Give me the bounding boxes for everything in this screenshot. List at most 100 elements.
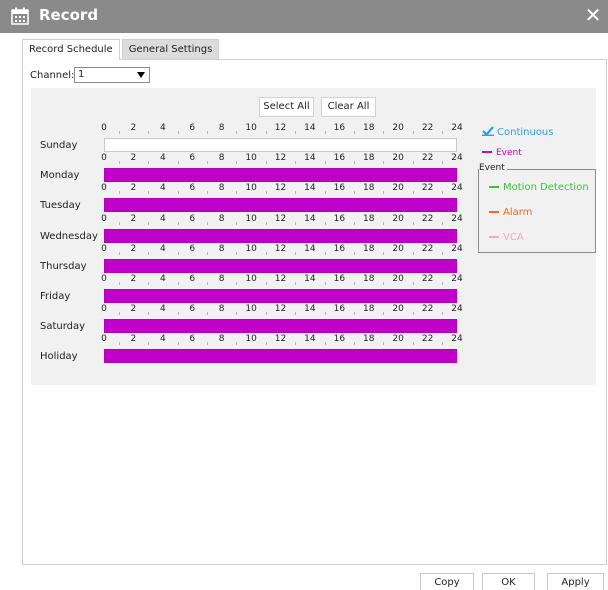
hour-tick-label: 20 — [392, 274, 404, 284]
schedule-bar-sunday[interactable] — [104, 138, 457, 152]
tab-general-settings[interactable]: General Settings — [121, 39, 220, 60]
schedule-bar-thursday[interactable] — [104, 258, 457, 273]
hour-tick-mark — [442, 312, 444, 316]
hour-tick-mark — [236, 161, 238, 165]
hour-tick-label: 10 — [245, 183, 257, 194]
hour-tick-mark — [324, 342, 326, 346]
checkmark-icon — [482, 126, 494, 136]
hour-tick-label: 0 — [101, 274, 107, 284]
hour-tick-label: 10 — [245, 304, 257, 315]
hour-tick-mark — [265, 251, 267, 255]
hour-tick-mark — [383, 191, 385, 195]
hour-tick-mark — [206, 251, 208, 255]
close-icon[interactable]: ✕ — [582, 4, 604, 26]
hour-tick-mark — [265, 161, 267, 165]
hour-tick-label: 8 — [218, 153, 225, 164]
hour-tick-label: 4 — [159, 183, 166, 194]
hour-tick-label: 0 — [101, 183, 107, 194]
hour-tick-mark — [177, 342, 179, 346]
hour-tick-label: 6 — [189, 153, 196, 164]
hour-tick-mark — [265, 342, 267, 346]
hour-tick-mark — [148, 282, 150, 285]
hour-tick-mark — [412, 221, 414, 225]
alarm-swatch — [489, 211, 499, 213]
hour-tick-mark — [442, 221, 444, 225]
copy-button[interactable]: Copy — [420, 573, 474, 590]
schedule-bar-tuesday[interactable] — [104, 198, 457, 213]
clear-all-button[interactable]: Clear All — [321, 97, 376, 117]
hour-scale: 0 2 4 6 8 10 12 14 16 18 20 22 24 — [98, 123, 464, 135]
hour-tick-mark — [236, 342, 238, 346]
event-motion-detection-label: Motion Detection — [503, 182, 589, 193]
hour-tick-label: 6 — [189, 334, 196, 345]
channel-select[interactable]: 1 — [74, 67, 150, 83]
hour-tick-mark — [265, 221, 267, 225]
hour-tick-label: 18 — [363, 274, 375, 284]
schedule-bar-holiday[interactable] — [104, 349, 457, 364]
event-vca[interactable]: VCA — [489, 232, 524, 243]
tab-record-schedule[interactable]: Record Schedule — [22, 39, 120, 60]
hour-scale: 0 2 4 6 8 10 12 14 16 18 20 22 24 — [98, 334, 464, 346]
hour-tick-label: 6 — [189, 243, 196, 254]
hour-tick-label: 10 — [245, 243, 257, 254]
legend-event[interactable]: Event — [482, 148, 522, 158]
hour-tick-label: 14 — [304, 334, 316, 345]
hour-tick-mark — [295, 221, 297, 225]
ok-button[interactable]: OK — [482, 573, 535, 590]
hour-tick-mark — [295, 131, 297, 134]
hour-tick-label: 16 — [333, 304, 346, 315]
channel-label: Channel: — [30, 70, 75, 81]
hour-tick-label: 12 — [274, 334, 287, 345]
hour-tick-mark — [324, 131, 326, 134]
hour-tick-mark — [177, 312, 179, 316]
hour-tick-label: 14 — [304, 213, 316, 224]
hour-tick-label: 22 — [421, 274, 434, 284]
hour-scale: 0 2 4 6 8 10 12 14 16 18 20 22 24 — [98, 274, 464, 286]
hour-tick-label: 12 — [274, 304, 287, 315]
hour-scale: 0 2 4 6 8 10 12 14 16 18 20 22 24 — [98, 214, 464, 226]
hour-tick-label: 14 — [304, 304, 316, 315]
hour-tick-label: 22 — [421, 334, 434, 345]
legend-continuous[interactable]: Continuous — [482, 126, 553, 138]
schedule-bar-saturday[interactable] — [104, 319, 457, 334]
schedule-bar-wednesday[interactable] — [104, 228, 457, 243]
hour-tick-mark — [442, 282, 444, 285]
select-all-button[interactable]: Select All — [259, 97, 314, 117]
event-alarm[interactable]: Alarm — [489, 207, 532, 218]
hour-tick-label: 12 — [274, 183, 287, 194]
hour-tick-label: 24 — [451, 304, 463, 315]
hour-tick-label: 10 — [245, 153, 257, 164]
hour-tick-mark — [442, 161, 444, 165]
hour-tick-mark — [324, 191, 326, 195]
hour-tick-label: 8 — [218, 183, 225, 194]
hour-tick-mark — [354, 161, 356, 165]
hour-tick-label: 12 — [274, 274, 287, 284]
event-group-title: Event — [479, 163, 507, 173]
hour-tick-mark — [442, 191, 444, 195]
hour-tick-label: 2 — [130, 153, 137, 164]
event-motion-detection[interactable]: Motion Detection — [489, 182, 589, 193]
day-label: Friday — [40, 291, 71, 302]
hour-tick-label: 16 — [333, 334, 346, 345]
hour-tick-label: 14 — [304, 274, 316, 284]
hour-tick-label: 2 — [130, 243, 137, 254]
hour-tick-mark — [383, 312, 385, 316]
hour-tick-mark — [177, 131, 179, 134]
hour-tick-label: 4 — [159, 334, 166, 345]
schedule-bar-friday[interactable] — [104, 289, 457, 303]
schedule-bar-monday[interactable] — [104, 168, 457, 183]
hour-tick-label: 20 — [392, 243, 404, 254]
hour-tick-label: 16 — [333, 243, 346, 254]
hour-tick-label: 24 — [451, 334, 463, 345]
hour-tick-mark — [265, 191, 267, 195]
hour-tick-label: 24 — [451, 153, 463, 164]
hour-tick-mark — [383, 342, 385, 346]
hour-tick-mark — [324, 221, 326, 225]
channel-value: 1 — [78, 69, 85, 80]
day-label: Saturday — [40, 321, 86, 333]
event-vca-label: VCA — [503, 232, 524, 243]
hour-tick-mark — [148, 251, 150, 255]
apply-button[interactable]: Apply — [547, 573, 604, 590]
hour-tick-mark — [383, 161, 385, 165]
calendar-icon — [11, 7, 29, 25]
